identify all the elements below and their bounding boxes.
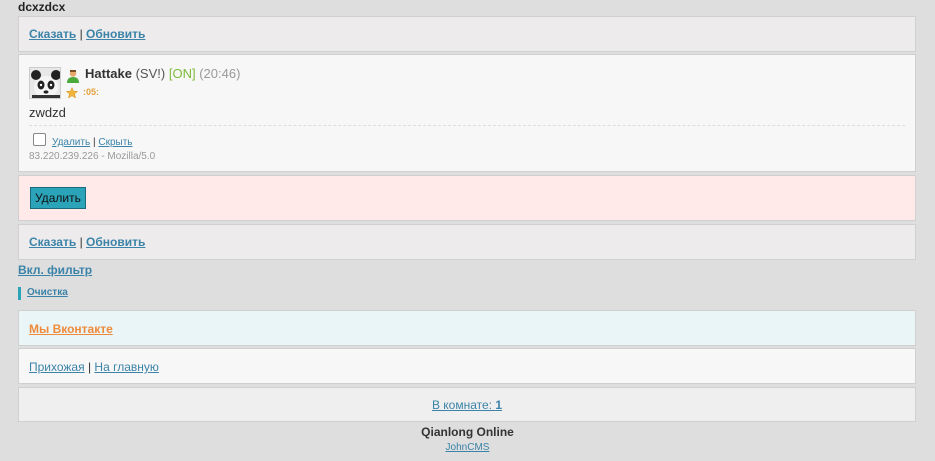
user-online-icon <box>66 69 80 83</box>
refresh-link[interactable]: Обновить <box>86 27 145 41</box>
username[interactable]: Hattake <box>85 66 132 81</box>
separator: | <box>79 235 83 249</box>
clean-link[interactable]: Очистка <box>27 287 68 298</box>
top-action-bar: Сказать | Обновить <box>18 16 916 52</box>
room-count: 1 <box>495 398 503 412</box>
avatar[interactable] <box>29 67 61 99</box>
vk-link[interactable]: Мы Вконтакте <box>29 322 113 336</box>
delete-panel: Удалить <box>18 175 916 221</box>
nav-panel: Прихожая | На главную <box>18 348 916 384</box>
page-title: dcxzdcx <box>18 0 66 14</box>
refresh-link[interactable]: Обновить <box>86 235 145 249</box>
divider <box>29 125 905 126</box>
room-panel: В комнате: 1 <box>18 387 916 422</box>
say-link[interactable]: Сказать <box>29 27 76 41</box>
room-users-link[interactable]: В комнате: 1 <box>432 398 502 412</box>
room-label: В комнате: <box>431 398 493 412</box>
online-status: [ON] <box>168 66 196 81</box>
post-time: (20:46) <box>199 66 241 81</box>
filter-toggle-link[interactable]: Вкл. фильтр <box>18 263 92 277</box>
user-tag: (SV!) <box>135 66 166 81</box>
engine-link[interactable]: JohnCMS <box>446 442 490 453</box>
chat-post: Hattake (SV!) [ON] (20:46) :05: zwdzd Уд… <box>18 54 916 172</box>
say-link[interactable]: Сказать <box>29 235 76 249</box>
clean-item: Очистка <box>18 287 68 300</box>
home-link[interactable]: На главную <box>94 360 158 374</box>
user-rank: :05: <box>83 87 100 97</box>
bottom-action-bar: Сказать | Обновить <box>18 224 916 260</box>
hide-post-link[interactable]: Скрыть <box>98 137 132 148</box>
post-author: Hattake (SV!) [ON] (20:46) <box>85 66 240 81</box>
post-actions: Удалить | Скрыть <box>52 137 133 148</box>
site-name: Qianlong Online <box>421 425 514 439</box>
select-post-checkbox[interactable] <box>33 133 46 146</box>
delete-button[interactable]: Удалить <box>30 187 86 209</box>
delete-post-link[interactable]: Удалить <box>52 137 90 148</box>
footer-engine: JohnCMS <box>0 442 935 453</box>
hall-link[interactable]: Прихожая <box>29 360 85 374</box>
separator: | <box>87 360 92 374</box>
star-icon <box>65 86 79 99</box>
ip-useragent: 83.220.239.226 - Mozilla/5.0 <box>29 151 156 162</box>
post-message: zwdzd <box>29 105 66 120</box>
separator: | <box>79 27 83 41</box>
vk-panel: Мы Вконтакте <box>18 310 916 346</box>
separator: | <box>92 137 96 148</box>
